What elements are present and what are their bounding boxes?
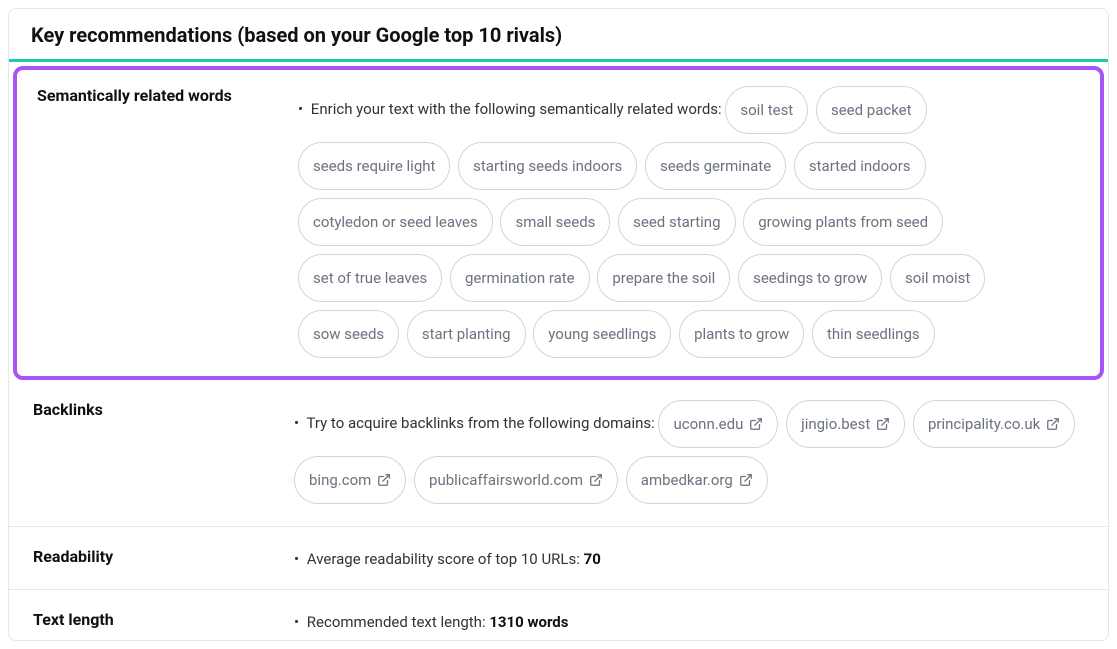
- section-body-semantic: • Enrich your text with the following se…: [298, 82, 1084, 362]
- section-label-textlength: Text length: [29, 606, 294, 634]
- keyword-chip[interactable]: small seeds: [500, 198, 610, 246]
- keyword-chip[interactable]: soil moist: [890, 254, 985, 302]
- backlink-chip[interactable]: bing.com: [294, 456, 406, 504]
- section-body-textlength: • Recommended text length: 1310 words: [294, 606, 1088, 634]
- keyword-chip[interactable]: seed packet: [816, 86, 927, 134]
- keyword-chip[interactable]: start planting: [407, 310, 526, 358]
- card-title: Key recommendations (based on your Googl…: [31, 23, 1086, 47]
- backlink-chip-label: jingio.best: [801, 406, 870, 442]
- keyword-chip[interactable]: set of true leaves: [298, 254, 442, 302]
- keyword-chip[interactable]: starting seeds indoors: [458, 142, 637, 190]
- backlink-chip-label: publicaffairsworld.com: [429, 462, 583, 498]
- backlink-chip[interactable]: publicaffairsworld.com: [414, 456, 618, 504]
- section-backlinks: Backlinks • Try to acquire backlinks fro…: [9, 380, 1108, 527]
- external-link-icon: [876, 417, 890, 431]
- keyword-chip[interactable]: germination rate: [450, 254, 590, 302]
- backlinks-intro: Try to acquire backlinks from the follow…: [307, 414, 655, 432]
- keyword-chip[interactable]: seeds germinate: [645, 142, 786, 190]
- section-label-readability: Readability: [29, 543, 294, 571]
- keyword-chip[interactable]: growing plants from seed: [743, 198, 943, 246]
- section-body-backlinks: • Try to acquire backlinks from the foll…: [294, 396, 1088, 508]
- readability-prefix: Average readability score of top 10 URLs…: [307, 550, 584, 568]
- card-header: Key recommendations (based on your Googl…: [9, 9, 1108, 62]
- external-link-icon: [377, 473, 391, 487]
- external-link-icon: [739, 473, 753, 487]
- bullet: •: [294, 414, 299, 432]
- textlength-line: • Recommended text length: 1310 words: [294, 606, 1088, 634]
- backlink-chip-label: ambedkar.org: [641, 462, 733, 498]
- backlink-chip-label: principality.co.uk: [928, 406, 1040, 442]
- bullet: •: [294, 613, 299, 631]
- semantic-row: • Enrich your text with the following se…: [298, 82, 1084, 362]
- keyword-chip[interactable]: thin seedlings: [812, 310, 935, 358]
- section-label-semantic: Semantically related words: [33, 82, 298, 362]
- textlength-value: 1310 words: [489, 613, 568, 631]
- readability-value: 70: [584, 550, 601, 568]
- section-semantic: Semantically related words • Enrich your…: [17, 70, 1100, 376]
- backlink-chip[interactable]: ambedkar.org: [626, 456, 768, 504]
- external-link-icon: [1046, 417, 1060, 431]
- keyword-chip[interactable]: seeds require light: [298, 142, 450, 190]
- keyword-chip[interactable]: cotyledon or seed leaves: [298, 198, 493, 246]
- section-readability: Readability • Average readability score …: [9, 527, 1108, 590]
- backlink-chip[interactable]: uconn.edu: [658, 400, 778, 448]
- keyword-chip[interactable]: seedings to grow: [738, 254, 882, 302]
- semantic-highlight-wrap: Semantically related words • Enrich your…: [13, 66, 1104, 380]
- keyword-chip[interactable]: young seedlings: [533, 310, 671, 358]
- backlinks-row: • Try to acquire backlinks from the foll…: [294, 396, 1088, 508]
- backlink-chip[interactable]: jingio.best: [786, 400, 905, 448]
- backlink-chip-label: bing.com: [309, 462, 371, 498]
- textlength-prefix: Recommended text length:: [307, 613, 490, 631]
- keyword-chip[interactable]: seed starting: [618, 198, 735, 246]
- bullet: •: [298, 100, 303, 118]
- semantic-intro: Enrich your text with the following sema…: [311, 100, 722, 118]
- section-textlength: Text length • Recommended text length: 1…: [9, 590, 1108, 640]
- external-link-icon: [749, 417, 763, 431]
- keyword-chip[interactable]: soil test: [725, 86, 808, 134]
- recommendations-card: Key recommendations (based on your Googl…: [8, 8, 1109, 641]
- readability-line: • Average readability score of top 10 UR…: [294, 543, 1088, 571]
- keyword-chip[interactable]: plants to grow: [679, 310, 804, 358]
- bullet: •: [294, 550, 299, 568]
- keyword-chip[interactable]: started indoors: [794, 142, 926, 190]
- section-body-readability: • Average readability score of top 10 UR…: [294, 543, 1088, 571]
- semantic-chips-container: soil test seed packet seeds require ligh…: [298, 100, 989, 342]
- external-link-icon: [589, 473, 603, 487]
- backlink-chip[interactable]: principality.co.uk: [913, 400, 1075, 448]
- section-label-backlinks: Backlinks: [29, 396, 294, 508]
- backlink-chip-label: uconn.edu: [673, 406, 743, 442]
- keyword-chip[interactable]: prepare the soil: [597, 254, 730, 302]
- keyword-chip[interactable]: sow seeds: [298, 310, 399, 358]
